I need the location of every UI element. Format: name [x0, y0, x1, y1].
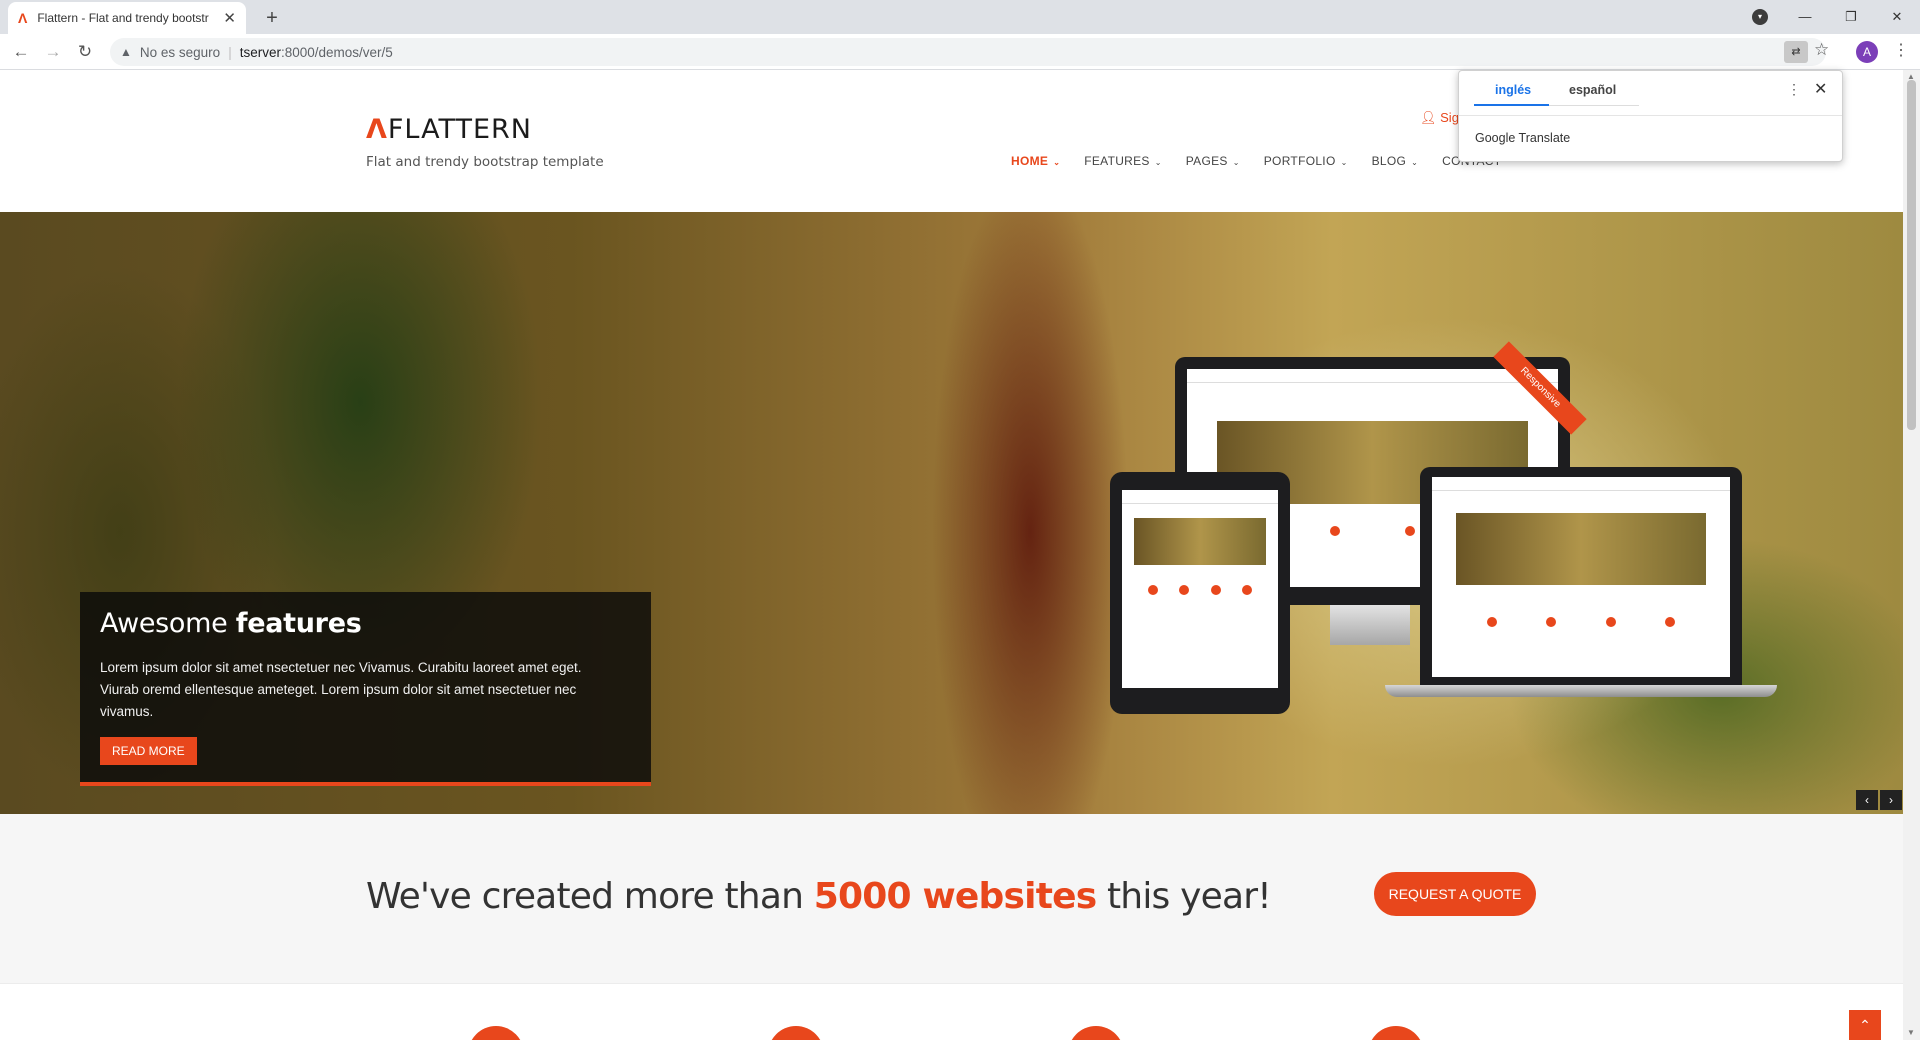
browser-tab-strip: Λ Flattern - Flat and trendy bootstr ✕ +… — [0, 0, 1920, 34]
restore-icon[interactable]: ❐ — [1828, 0, 1874, 34]
address-bar[interactable]: ▲ No es seguro | tserver:8000/demos/ver/… — [110, 38, 1826, 66]
feature-icon — [1368, 1026, 1424, 1040]
slider-controls: ‹ › — [1856, 790, 1902, 810]
main-navigation: HOME ⌄ FEATURES ⌄ PAGES ⌄ PORTFOLIO ⌄ BLOG ⌄ … — [1011, 154, 1525, 168]
lang-option-selected[interactable]: inglés — [1495, 83, 1531, 97]
tablet-device — [1110, 472, 1290, 714]
omnibox-divider: | — [228, 44, 232, 60]
chevron-down-icon: ⌄ — [1154, 158, 1162, 167]
browser-tab[interactable]: Λ Flattern - Flat and trendy bootstr ✕ — [8, 2, 246, 34]
browser-menu-icon[interactable]: ⋮ — [1893, 40, 1909, 60]
browser-toolbar: ← → ↻ ▲ No es seguro | tserver:8000/demo… — [0, 34, 1920, 70]
translate-popup: inglés español ⋮ ✕ Google Translate — [1458, 70, 1843, 162]
web-page: ΛFLATTERN Flat and trendy bootstrap temp… — [0, 70, 1903, 1040]
read-more-button[interactable]: READ MORE — [100, 737, 197, 765]
scroll-down-icon[interactable]: ▼ — [1907, 1028, 1915, 1037]
url-path: :8000/demos/ver/5 — [280, 44, 393, 60]
laptop-base — [1385, 685, 1777, 697]
feature-icon — [1068, 1026, 1124, 1040]
tab-title: Flattern - Flat and trendy bootstr — [37, 11, 209, 25]
back-icon[interactable]: ← — [8, 39, 34, 65]
back-to-top-icon[interactable]: ⌃ — [1849, 1010, 1881, 1040]
feature-icon — [468, 1026, 524, 1040]
minimize-icon[interactable]: — — [1782, 0, 1828, 34]
monitor-stand — [1330, 605, 1410, 645]
nav-portfolio[interactable]: PORTFOLIO ⌄ — [1264, 154, 1348, 168]
signup-label: Sig — [1440, 110, 1459, 125]
hero-slider: Responsive Awesome features Lorem ipsum … — [0, 212, 1903, 814]
new-tab-button[interactable]: + — [258, 4, 286, 32]
site-logo[interactable]: ΛFLATTERN — [366, 114, 532, 145]
nav-blog[interactable]: BLOG ⌄ — [1372, 154, 1419, 168]
call-to-action: We've created more than 5000 websites th… — [0, 814, 1903, 984]
translate-icon[interactable]: ⇄ — [1784, 41, 1808, 63]
nav-home[interactable]: HOME ⌄ — [1011, 154, 1060, 168]
chevron-down-icon: ⌄ — [1053, 158, 1061, 167]
slide-text: Lorem ipsum dolor sit amet nsectetuer ne… — [100, 660, 582, 719]
slide-title: Awesome features — [100, 608, 362, 639]
tab-underline — [1549, 105, 1639, 106]
cta-headline: We've created more than 5000 websites th… — [366, 876, 1272, 917]
forward-icon[interactable]: → — [40, 39, 66, 65]
translate-close-icon[interactable]: ✕ — [1814, 79, 1827, 99]
selected-tab-underline — [1474, 104, 1549, 106]
window-close-icon[interactable]: ✕ — [1874, 0, 1920, 34]
laptop-device — [1420, 467, 1742, 685]
request-quote-button[interactable]: REQUEST A QUOTE — [1374, 872, 1536, 916]
scrollbar-thumb[interactable] — [1907, 80, 1916, 430]
site-tagline: Flat and trendy bootstrap template — [366, 154, 604, 170]
chevron-down-icon: ⌄ — [1232, 158, 1240, 167]
profile-avatar[interactable]: A — [1856, 41, 1878, 63]
tab-close-icon[interactable]: ✕ — [223, 9, 236, 27]
translate-options-icon[interactable]: ⋮ — [1787, 81, 1801, 98]
slide-caption: Awesome features Lorem ipsum dolor sit a… — [80, 592, 651, 786]
slider-prev-icon[interactable]: ‹ — [1856, 790, 1878, 810]
nav-features[interactable]: FEATURES ⌄ — [1084, 154, 1162, 168]
slider-next-icon[interactable]: › — [1880, 790, 1902, 810]
logo-mark: Λ — [366, 114, 388, 145]
google-translate-brand: Google Translate — [1475, 131, 1571, 145]
lang-option[interactable]: español — [1569, 83, 1616, 97]
url-host: tserver — [239, 44, 281, 60]
reload-icon[interactable]: ↻ — [72, 39, 98, 65]
chevron-down-icon: ⌄ — [1411, 158, 1419, 167]
feature-icon — [768, 1026, 824, 1040]
page-scrollbar[interactable]: ▲ ▼ — [1903, 70, 1920, 1040]
responsive-devices-image: Responsive — [1100, 341, 1790, 727]
site-favicon-icon: Λ — [18, 10, 28, 26]
tab-search-icon[interactable]: ▾ — [1752, 9, 1768, 25]
nav-pages[interactable]: PAGES ⌄ — [1186, 154, 1240, 168]
logo-text: FLATTERN — [387, 114, 533, 145]
user-icon: 👤︎ — [1420, 110, 1437, 125]
popup-divider — [1459, 115, 1842, 116]
security-status[interactable]: No es seguro — [140, 45, 220, 60]
warning-triangle-icon: ▲ — [120, 45, 132, 59]
bookmark-star-icon[interactable]: ☆ — [1814, 40, 1829, 60]
chevron-down-icon: ⌄ — [1340, 158, 1348, 167]
signup-link[interactable]: 👤︎ Sig — [1420, 110, 1459, 126]
